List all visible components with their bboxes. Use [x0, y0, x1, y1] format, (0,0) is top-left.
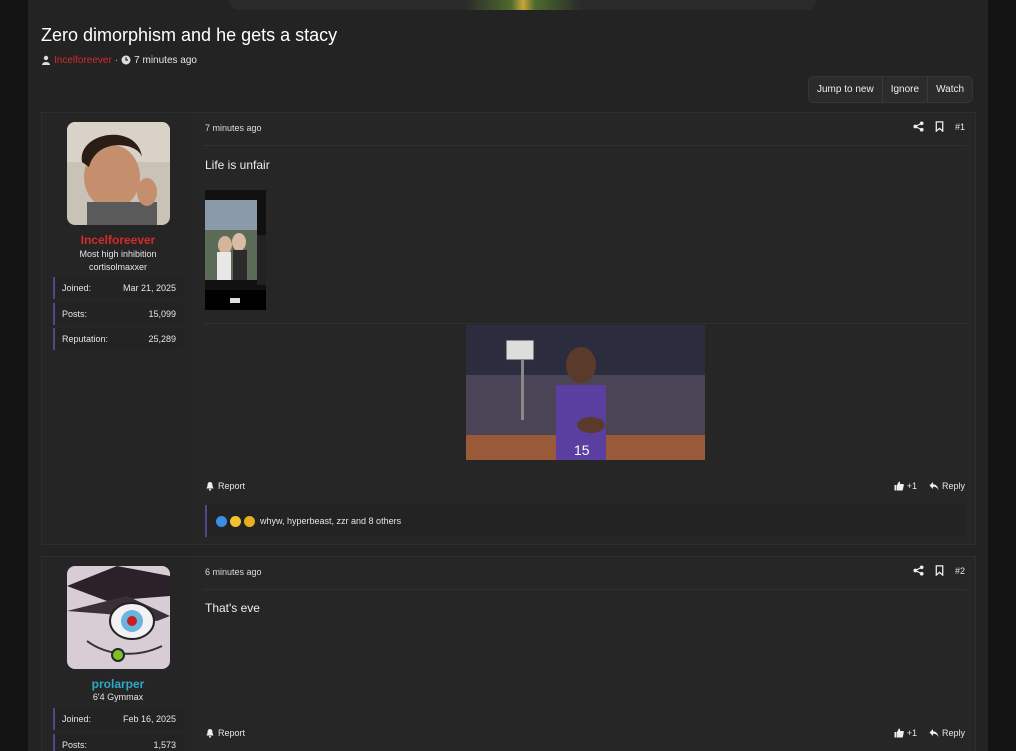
like-reaction-icon [216, 515, 227, 527]
post-date[interactable]: 6 minutes ago [205, 567, 262, 577]
right-gutter [988, 0, 1016, 751]
thread-actions: Jump to new Ignore Watch [808, 76, 974, 103]
thread-time[interactable]: 7 minutes ago [134, 55, 197, 66]
report-label: Report [218, 728, 246, 738]
reply-label: Reply [941, 728, 965, 738]
share-icon[interactable] [913, 121, 924, 132]
report-link[interactable]: Report [205, 481, 245, 491]
user-title: 6'4 Gymmax [92, 692, 144, 702]
divider [203, 145, 966, 146]
user-title: Most high inhibition [79, 249, 157, 259]
like-button[interactable]: +1 [894, 481, 917, 491]
stat-value: Feb 16, 2025 [122, 714, 176, 724]
stat-reputation: Reputation: 25,289 [53, 328, 183, 350]
post-actions: +1 Reply [894, 728, 965, 738]
avatar[interactable] [67, 122, 170, 225]
like-count: +1 [906, 728, 917, 738]
stat-value: Mar 21, 2025 [122, 283, 176, 293]
post-body: 7 minutes ago #1 Life is unfair 15 Repor… [194, 113, 975, 544]
stat-value: 25,289 [148, 334, 176, 344]
thread-meta: Incelforeever · 7 minutes ago [41, 53, 197, 67]
embedded-gif[interactable]: 15 [466, 325, 705, 460]
username[interactable]: Incelforeever [42, 233, 194, 247]
stat-joined: Joined: Feb 16, 2025 [53, 708, 183, 730]
stat-label: Posts: [62, 309, 88, 319]
user-title-2: cortisolmaxxer [88, 262, 147, 272]
stat-joined: Joined: Mar 21, 2025 [53, 277, 183, 299]
thumbs-up-icon [894, 728, 904, 738]
report-label: Report [218, 481, 246, 491]
reply-button[interactable]: Reply [929, 728, 965, 738]
username[interactable]: prolarper [42, 677, 194, 691]
report-link[interactable]: Report [205, 728, 245, 738]
post-message: Life is unfair [205, 158, 270, 172]
bookmark-icon[interactable] [934, 121, 945, 132]
smirk-reaction-icon [244, 515, 255, 527]
jump-to-new-button[interactable]: Jump to new [809, 77, 883, 102]
user-icon [42, 55, 50, 65]
divider [203, 323, 966, 324]
like-button[interactable]: +1 [894, 728, 917, 738]
svg-text:15: 15 [574, 442, 590, 458]
divider [203, 589, 966, 590]
thread-author-link[interactable]: Incelforeever [54, 55, 112, 66]
reply-label: Reply [941, 481, 965, 491]
page-content: Zero dimorphism and he gets a stacy Ince… [28, 0, 988, 751]
post-1: Incelforeever Most high inhibition corti… [41, 112, 976, 545]
post-tools: #2 [913, 565, 965, 576]
stat-label: Joined: [62, 283, 92, 293]
post-date[interactable]: 7 minutes ago [205, 123, 262, 133]
reply-icon [929, 482, 939, 490]
share-icon[interactable] [913, 565, 924, 576]
post-user-panel: prolarper 6'4 Gymmax Joined: Feb 16, 202… [42, 557, 194, 751]
stat-label: Joined: [62, 714, 92, 724]
stat-posts: Posts: 15,099 [53, 303, 183, 325]
left-gutter [0, 0, 28, 751]
stat-value: 1,573 [153, 740, 176, 750]
reactions-bar[interactable]: whyw, hyperbeast, zzr and 8 others [205, 505, 965, 537]
reactions-text: whyw, hyperbeast, zzr and 8 others [260, 516, 402, 526]
ignore-button[interactable]: Ignore [883, 77, 929, 102]
post-2: prolarper 6'4 Gymmax Joined: Feb 16, 202… [41, 556, 976, 751]
stat-value: 15,099 [148, 309, 176, 319]
laugh-reaction-icon [230, 515, 241, 527]
meta-separator: · [114, 54, 119, 66]
bookmark-icon[interactable] [934, 565, 945, 576]
stat-posts: Posts: 1,573 [53, 734, 183, 751]
bell-icon [206, 729, 214, 738]
stat-label: Posts: [62, 740, 88, 750]
post-body: 6 minutes ago #2 That's eve Report +1 Re… [194, 557, 975, 751]
post-footer: Report +1 Reply [205, 479, 965, 493]
watch-button[interactable]: Watch [928, 77, 972, 102]
stat-label: Reputation: [62, 334, 109, 344]
post-footer: Report +1 Reply [205, 726, 965, 740]
header-banner-image [230, 0, 816, 10]
post-message: That's eve [205, 601, 260, 615]
thread-title: Zero dimorphism and he gets a stacy [41, 25, 338, 45]
thumbs-up-icon [894, 481, 904, 491]
bell-icon [206, 482, 214, 491]
post-user-panel: Incelforeever Most high inhibition corti… [42, 113, 194, 544]
post-actions: +1 Reply [894, 481, 965, 491]
post-tools: #1 [913, 121, 965, 132]
post-number[interactable]: #1 [955, 122, 965, 132]
clock-icon [121, 55, 131, 65]
post-number[interactable]: #2 [955, 566, 965, 576]
reply-icon [929, 729, 939, 737]
attached-image[interactable] [205, 190, 266, 310]
online-status-indicator [111, 648, 125, 662]
like-count: +1 [906, 481, 917, 491]
reply-button[interactable]: Reply [929, 481, 965, 491]
